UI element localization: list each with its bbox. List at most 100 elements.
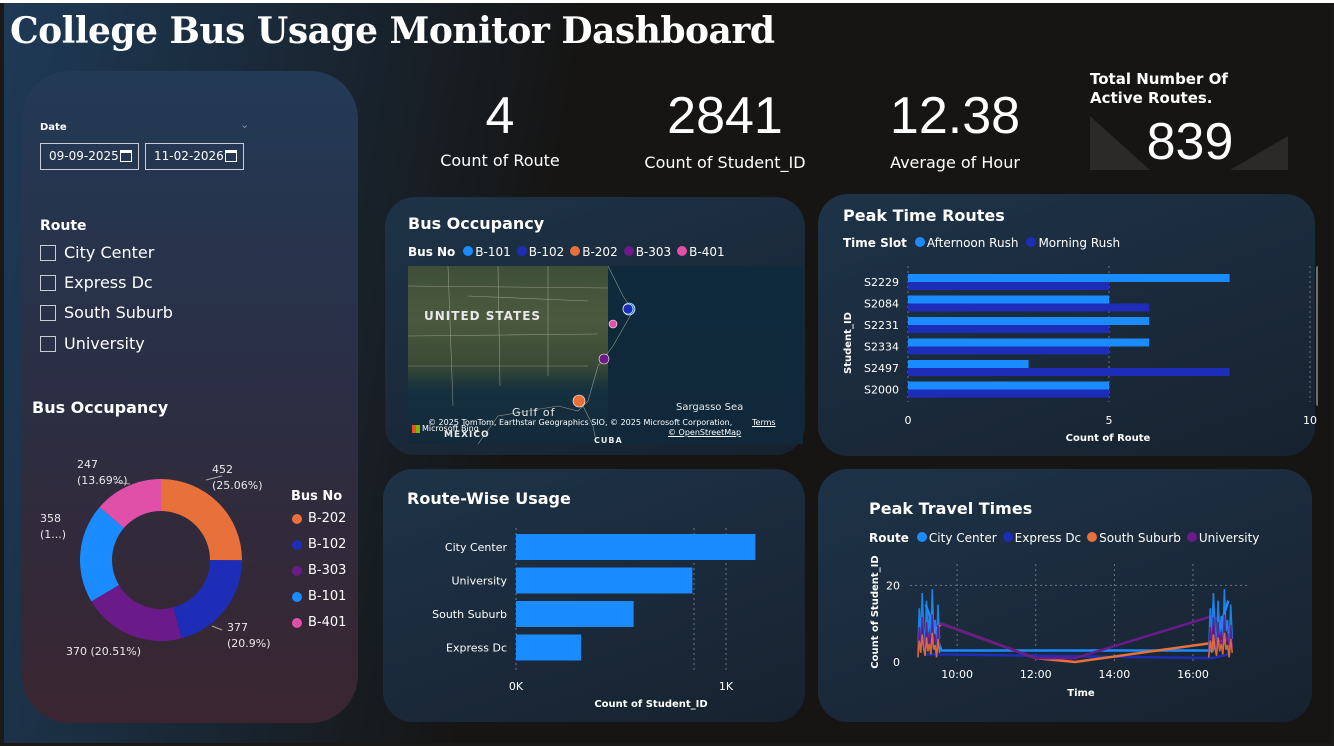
- map-title: Bus Occupancy: [408, 214, 545, 233]
- donut-data-label: 358: [40, 512, 61, 525]
- donut-legend-item[interactable]: B-101: [292, 589, 346, 604]
- start-date-value: 09-09-2025: [49, 149, 119, 163]
- donut-data-label: (20.9%): [227, 637, 271, 650]
- usage-bar[interactable]: [516, 634, 582, 661]
- peak-travel-chart[interactable]: 10:00 12:00 14:00 16:00 0 20 Time Count of Stud…: [818, 550, 1312, 710]
- donut-data-label: 377: [227, 621, 248, 634]
- kpi-route-count: 4: [485, 87, 515, 145]
- bar-afternoon[interactable]: [908, 381, 1109, 390]
- legend-item[interactable]: University: [1186, 531, 1259, 545]
- kpi-avg-hour-label: Average of Hour: [890, 153, 1020, 172]
- bar-morning[interactable]: [908, 282, 1109, 290]
- route-filter-label: Route: [40, 218, 87, 234]
- y-tick-label: Express Dc: [446, 642, 507, 655]
- donut-slice-b-303[interactable]: [91, 585, 182, 641]
- map-bubbles[interactable]: [408, 266, 803, 444]
- legend-dot-icon: [677, 246, 688, 256]
- x-tick-label: 5: [1106, 414, 1113, 427]
- map-bubble-b303[interactable]: [598, 353, 610, 365]
- bus-occupancy-map[interactable]: UNITED STATES Gulf of MEXICO Sargasso Se…: [408, 266, 803, 444]
- legend-item[interactable]: B-401: [677, 245, 725, 259]
- scrollbar[interactable]: [1316, 266, 1318, 406]
- route-option-south-suburb[interactable]: South Suburb: [40, 303, 173, 322]
- calendar-icon[interactable]: [225, 150, 237, 162]
- route-usage-chart[interactable]: 0K 1K City Center University South Suburb Exp…: [383, 520, 805, 715]
- legend-item[interactable]: Morning Rush: [1026, 236, 1120, 250]
- bar-morning[interactable]: [908, 389, 1109, 398]
- y-tick-label: S2229: [864, 276, 899, 289]
- legend-dot-icon: [623, 246, 634, 256]
- donut-legend-item[interactable]: B-401: [292, 615, 346, 630]
- usage-bar[interactable]: [516, 534, 756, 560]
- map-bubble-b202[interactable]: [572, 394, 586, 408]
- bar-afternoon[interactable]: [908, 317, 1150, 325]
- y-tick-label: City Center: [445, 541, 508, 554]
- map-bubble-b102[interactable]: [622, 303, 634, 315]
- map-bubble-b401[interactable]: [608, 319, 618, 329]
- legend-dot-icon: [916, 532, 927, 542]
- bar-morning[interactable]: [908, 346, 1109, 355]
- bar-morning[interactable]: [908, 368, 1230, 376]
- bar-afternoon[interactable]: [908, 274, 1230, 282]
- route-option-city-center[interactable]: City Center: [40, 243, 154, 262]
- end-date-input[interactable]: 11-02-2026: [145, 143, 244, 170]
- donut-data-label: (13.69%): [77, 474, 128, 487]
- checkbox[interactable]: [40, 244, 56, 261]
- bar-morning[interactable]: [908, 303, 1150, 312]
- bar-afternoon[interactable]: [908, 338, 1150, 347]
- legend-dot-icon: [463, 246, 474, 256]
- x-tick-label: 10:00: [941, 668, 973, 681]
- donut-legend-heading: Bus No: [291, 489, 343, 504]
- x-tick-label: 16:00: [1177, 668, 1209, 681]
- donut-legend-item[interactable]: B-202: [292, 511, 346, 526]
- legend-item[interactable]: Express Dc: [1002, 531, 1081, 545]
- route-option-express-dc[interactable]: Express Dc: [40, 273, 153, 292]
- x-tick-label: 1K: [719, 680, 734, 693]
- bar-morning[interactable]: [908, 325, 1109, 333]
- legend-item[interactable]: B-202: [570, 245, 618, 259]
- y-tick-label: S2000: [864, 384, 899, 397]
- y-tick-label: 20: [886, 579, 900, 592]
- checkbox[interactable]: [40, 274, 56, 291]
- bar-afternoon[interactable]: [908, 360, 1029, 368]
- legend-item[interactable]: B-102: [516, 245, 564, 259]
- date-filter-label: Date: [40, 122, 67, 133]
- kpi-student-count: 2841: [667, 87, 783, 145]
- start-date-input[interactable]: 09-09-2025: [40, 143, 139, 170]
- donut-data-label: (25.06%): [212, 479, 263, 492]
- x-tick-label: 0: [905, 414, 912, 427]
- legend-row: Time Slot Afternoon Rush Morning Rush: [843, 236, 1124, 250]
- donut-data-label: 452: [212, 463, 233, 476]
- line-university[interactable]: [925, 614, 1230, 660]
- legend-item[interactable]: B-101: [463, 245, 511, 259]
- donut-legend-item[interactable]: B-102: [292, 537, 346, 552]
- route-option-label: South Suburb: [64, 303, 173, 322]
- route-usage-title: Route-Wise Usage: [407, 489, 571, 508]
- donut-chart[interactable]: 452 (25.06%) 377 (20.9%) 370 (20.51%) 358 (1..…: [22, 440, 358, 680]
- y-tick-label: S2334: [864, 341, 899, 354]
- donut-legend-item[interactable]: B-303: [292, 563, 346, 578]
- legend-dot-icon: [292, 513, 302, 524]
- legend-row: Bus No B-101 B-102 B-202 B-303 B-401: [408, 245, 727, 259]
- usage-bar[interactable]: [516, 601, 634, 627]
- chevron-down-icon[interactable]: ⌄: [240, 118, 249, 131]
- kpi-active-routes: 839: [1146, 113, 1234, 171]
- checkbox[interactable]: [40, 304, 56, 321]
- legend-dot-icon: [1026, 237, 1037, 247]
- route-option-university[interactable]: University: [40, 334, 145, 353]
- y-tick-label: S2231: [864, 319, 899, 332]
- legend-item[interactable]: City Center: [916, 531, 997, 545]
- legend-item[interactable]: Afternoon Rush: [914, 236, 1018, 250]
- calendar-icon[interactable]: [120, 150, 132, 162]
- x-tick-label: 10: [1303, 414, 1317, 427]
- bar-afternoon[interactable]: [908, 295, 1109, 304]
- x-axis-title: Count of Route: [1066, 433, 1151, 444]
- usage-bar[interactable]: [516, 567, 693, 594]
- legend-item[interactable]: South Suburb: [1087, 531, 1181, 545]
- peak-time-chart[interactable]: 0 5 10 S2229 S2084 S2231 S2334 S2497 S2000 Count …: [818, 256, 1318, 452]
- legend-item[interactable]: B-303: [623, 245, 671, 259]
- kpi-avg-hour: 12.38: [889, 87, 1021, 145]
- end-date-value: 11-02-2026: [154, 149, 224, 163]
- checkbox[interactable]: [40, 335, 56, 352]
- kpi-student-count-label: Count of Student_ID: [644, 153, 806, 172]
